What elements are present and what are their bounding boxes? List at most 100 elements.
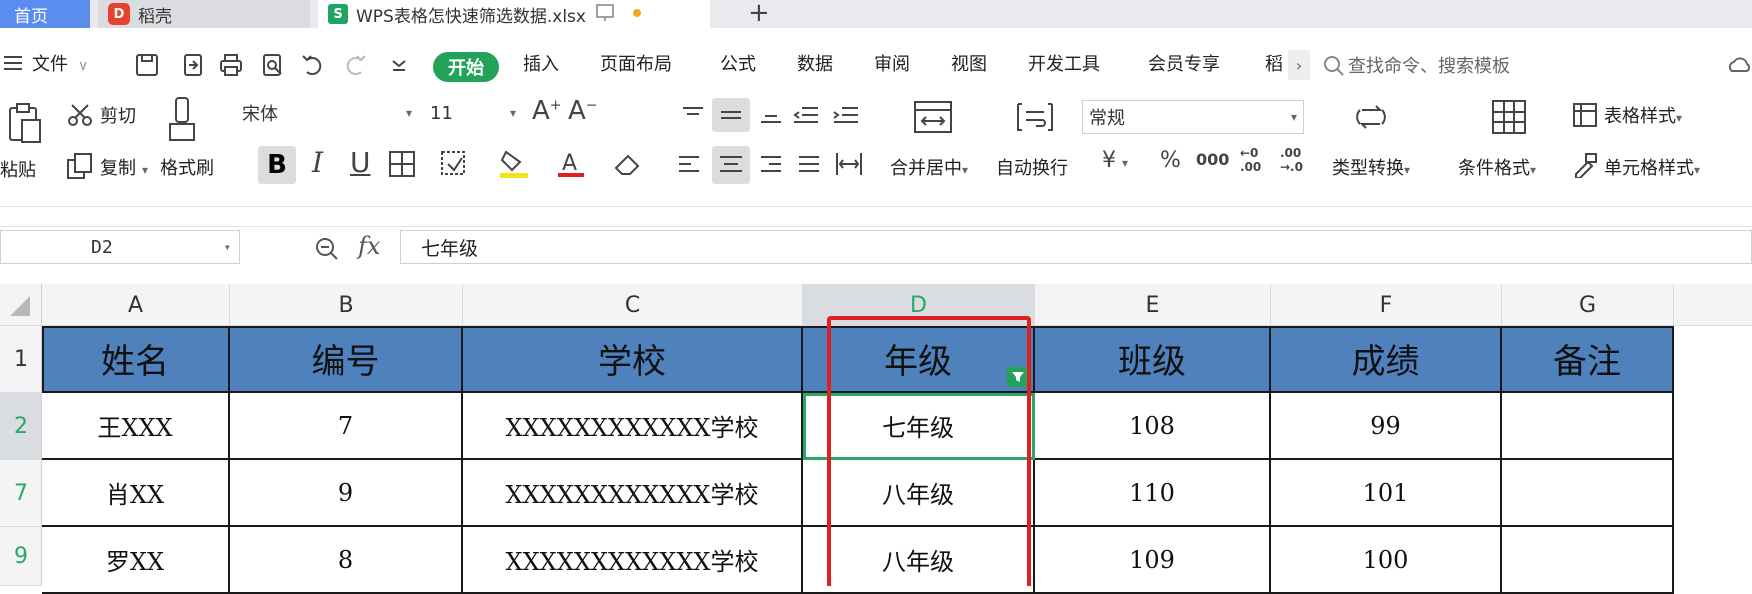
- cell-b2[interactable]: 7: [230, 393, 463, 460]
- header-cell-score[interactable]: 成绩: [1271, 326, 1502, 393]
- hamburger-menu-icon[interactable]: [2, 53, 24, 73]
- tab-daoke[interactable]: D 稻壳: [98, 0, 310, 28]
- select-all-corner[interactable]: [0, 284, 42, 326]
- new-tab-plus-icon[interactable]: +: [748, 0, 770, 28]
- cell-f9[interactable]: 100: [1271, 527, 1502, 594]
- column-header-f[interactable]: F: [1271, 284, 1502, 326]
- column-header-c[interactable]: C: [463, 284, 803, 326]
- menu-daoke[interactable]: 稻: [1265, 50, 1283, 76]
- header-cell-grade[interactable]: 年级: [803, 326, 1035, 393]
- cell-e2[interactable]: 108: [1035, 393, 1271, 460]
- menu-page-layout[interactable]: 页面布局: [600, 50, 672, 76]
- align-bottom-icon[interactable]: [758, 104, 784, 126]
- print-preview-icon[interactable]: [260, 52, 286, 78]
- menu-insert[interactable]: 插入: [523, 50, 559, 76]
- header-cell-class[interactable]: 班级: [1035, 326, 1271, 393]
- type-convert-button[interactable]: 类型转换▾: [1332, 154, 1410, 180]
- conditional-format-button[interactable]: 条件格式▾: [1458, 154, 1536, 180]
- menu-data[interactable]: 数据: [797, 50, 833, 76]
- print-icon[interactable]: [218, 52, 244, 78]
- cell-fill-pattern-icon[interactable]: [440, 150, 470, 178]
- copy-button[interactable]: 复制 ▾: [100, 154, 148, 180]
- fill-color-icon[interactable]: [498, 148, 532, 180]
- menu-file[interactable]: 文件 ∨: [32, 50, 88, 76]
- menu-formula[interactable]: 公式: [720, 50, 756, 76]
- row-header-1[interactable]: 1: [0, 326, 42, 393]
- column-header-e[interactable]: E: [1035, 284, 1271, 326]
- export-icon[interactable]: [180, 52, 206, 78]
- redo-icon[interactable]: [342, 52, 368, 78]
- currency-format-button[interactable]: ¥ ▾: [1102, 148, 1128, 173]
- format-painter-button[interactable]: 格式刷: [160, 154, 214, 180]
- menu-start[interactable]: 开始: [433, 52, 499, 82]
- increase-font-icon[interactable]: A+: [532, 96, 562, 126]
- increase-decimal-icon[interactable]: ←0.00: [1240, 146, 1261, 174]
- cell-b9[interactable]: 8: [230, 527, 463, 594]
- cell-c9[interactable]: XXXXXXXXXXXX学校: [463, 527, 803, 594]
- italic-button[interactable]: I: [312, 146, 323, 179]
- wrap-text-button[interactable]: 自动换行: [996, 154, 1068, 180]
- menu-review[interactable]: 审阅: [874, 50, 910, 76]
- cell-a9[interactable]: 罗XX: [42, 527, 230, 594]
- paste-icon[interactable]: [6, 102, 44, 146]
- row-header-7[interactable]: 7: [0, 460, 42, 527]
- cell-e7[interactable]: 110: [1035, 460, 1271, 527]
- cell-b7[interactable]: 9: [230, 460, 463, 527]
- cell-g9[interactable]: [1502, 527, 1674, 594]
- cell-g7[interactable]: [1502, 460, 1674, 527]
- justify-icon[interactable]: [796, 152, 822, 178]
- align-left-icon[interactable]: [676, 152, 702, 178]
- bold-button[interactable]: B: [258, 146, 296, 184]
- cell-f7[interactable]: 101: [1271, 460, 1502, 527]
- column-header-g[interactable]: G: [1502, 284, 1674, 326]
- cell-c7[interactable]: XXXXXXXXXXXX学校: [463, 460, 803, 527]
- header-cell-school[interactable]: 学校: [463, 326, 803, 393]
- undo-icon[interactable]: [300, 52, 326, 78]
- distributed-align-icon[interactable]: [834, 150, 864, 178]
- cell-c2[interactable]: XXXXXXXXXXXX学校: [463, 393, 803, 460]
- underline-button[interactable]: U: [350, 146, 371, 179]
- command-search-input[interactable]: 查找命令、搜索模板: [1348, 52, 1510, 78]
- name-box[interactable]: D2 ▾: [0, 230, 240, 264]
- column-header-b[interactable]: B: [230, 284, 463, 326]
- cell-style-button[interactable]: 单元格样式▾: [1604, 154, 1700, 180]
- cloud-icon[interactable]: [1726, 52, 1752, 78]
- customize-toolbar-icon[interactable]: [386, 52, 412, 78]
- header-cell-note[interactable]: 备注: [1502, 326, 1674, 393]
- table-style-button[interactable]: 表格样式▾: [1604, 102, 1682, 128]
- tab-home[interactable]: 首页: [0, 0, 90, 28]
- paste-button[interactable]: 粘贴: [0, 156, 36, 182]
- header-cell-id[interactable]: 编号: [230, 326, 463, 393]
- cut-button[interactable]: 剪切: [100, 102, 136, 128]
- formula-input[interactable]: 七年级: [400, 230, 1752, 264]
- font-size-select[interactable]: 11 ▾: [424, 96, 520, 130]
- cell-a7[interactable]: 肖XX: [42, 460, 230, 527]
- save-icon[interactable]: [134, 52, 160, 78]
- tab-file[interactable]: S WPS表格怎快速筛选数据.xlsx: [318, 0, 710, 28]
- column-header-a[interactable]: A: [42, 284, 230, 326]
- filter-active-icon[interactable]: [1007, 367, 1029, 387]
- monitor-icon[interactable]: [594, 2, 616, 24]
- menu-view[interactable]: 视图: [951, 50, 987, 76]
- font-color-icon[interactable]: A: [556, 148, 588, 180]
- cell-d2[interactable]: 七年级: [803, 393, 1035, 460]
- decrease-font-icon[interactable]: A−: [568, 96, 598, 126]
- row-header-9[interactable]: 9: [0, 527, 42, 586]
- align-right-icon[interactable]: [758, 152, 784, 178]
- number-format-select[interactable]: 常规 ▾: [1082, 100, 1304, 134]
- row-header-2[interactable]: 2: [0, 393, 42, 460]
- merge-center-button[interactable]: 合并居中▾: [890, 154, 968, 180]
- cell-d7[interactable]: 八年级: [803, 460, 1035, 527]
- zoom-formula-icon[interactable]: [314, 236, 340, 262]
- border-icon[interactable]: [388, 150, 418, 178]
- font-name-select[interactable]: 宋体 ▾: [236, 96, 416, 130]
- header-cell-name[interactable]: 姓名: [42, 326, 230, 393]
- align-center-button[interactable]: [712, 146, 750, 184]
- align-top-icon[interactable]: [680, 104, 706, 126]
- column-header-d[interactable]: D: [803, 284, 1035, 326]
- eraser-icon[interactable]: [612, 150, 644, 178]
- decrease-indent-icon[interactable]: [792, 104, 820, 126]
- thousands-separator-button[interactable]: 000: [1196, 150, 1229, 169]
- align-middle-button[interactable]: [712, 98, 750, 132]
- cell-g2[interactable]: [1502, 393, 1674, 460]
